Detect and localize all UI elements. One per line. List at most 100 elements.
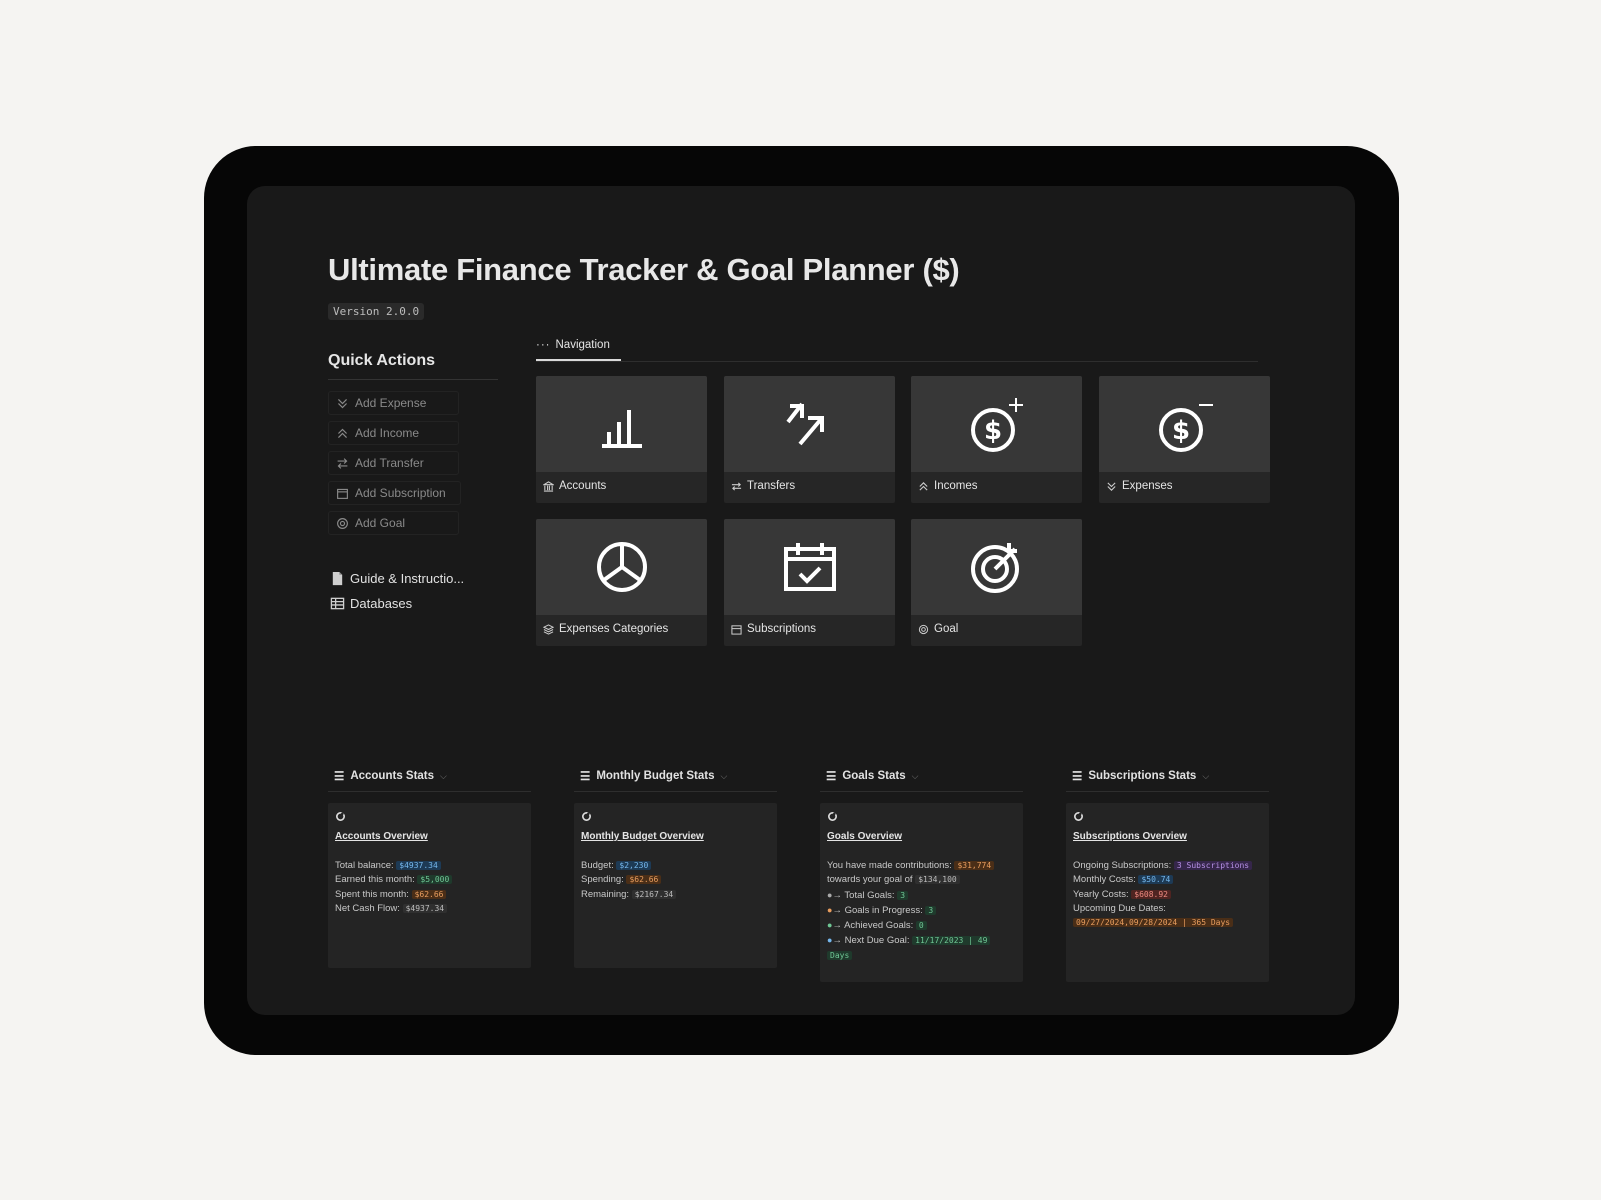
- stat-label: Total balance:: [335, 860, 394, 871]
- nav-card-label: Incomes: [934, 480, 978, 492]
- nav-card-expenses[interactable]: $ Expenses: [1099, 376, 1270, 503]
- stat-line: Earned this month: $5,000: [335, 873, 527, 887]
- stat-label: Budget:: [581, 860, 614, 871]
- nav-card-accounts[interactable]: Accounts: [536, 376, 707, 503]
- bar-chart-icon: [601, 410, 642, 448]
- nav-card-expenses-categories[interactable]: Expenses Categories: [536, 519, 707, 646]
- refresh-icon: [1074, 812, 1083, 821]
- guide-link-label: Guide & Instructio...: [350, 571, 465, 586]
- card-caption: Transfers: [731, 480, 795, 492]
- nav-card-label: Goal: [934, 623, 959, 635]
- card-cover: [724, 519, 895, 615]
- transfer-icon: [731, 481, 742, 491]
- stat-line: Remaining: $2167.34: [581, 888, 773, 902]
- contributions-value: $31,774: [954, 861, 995, 870]
- nav-card-transfers[interactable]: Transfers: [724, 376, 895, 503]
- stat-line: Ongoing Subscriptions: 3 Subscriptions: [1073, 859, 1265, 873]
- quick-actions-heading: Quick Actions: [328, 352, 435, 369]
- chevrons-down-icon: [1107, 481, 1116, 491]
- stat-line: Days: [827, 949, 1019, 963]
- achieved-goals-value: 0: [915, 921, 927, 931]
- total-goals-value: 3: [897, 890, 909, 900]
- nav-card-label: Accounts: [559, 480, 607, 492]
- guide-link[interactable]: Guide & Instructio...: [330, 571, 464, 586]
- arrow-icon: →: [832, 889, 842, 901]
- tab-navigation[interactable]: ··· Navigation: [536, 339, 610, 351]
- stat-line: Spending: $62.66: [581, 873, 773, 887]
- net-cash-flow-value: $4937.34: [402, 903, 448, 913]
- card-cover: [724, 376, 895, 472]
- stat-label: Monthly Costs:: [1073, 874, 1136, 886]
- stat-line: Yearly Costs: $608.92: [1073, 888, 1265, 902]
- section-label: Accounts Stats: [350, 770, 435, 782]
- calendar-check-icon: [783, 543, 836, 591]
- add-expense-label: Add Expense: [355, 396, 427, 410]
- add-goal-button[interactable]: Add Goal: [328, 511, 459, 535]
- databases-link[interactable]: Databases: [330, 596, 412, 611]
- card-caption: Incomes: [918, 480, 977, 492]
- stat-line: Upcoming Due Dates:: [1073, 902, 1265, 916]
- stat-label: Total Goals:: [844, 889, 895, 901]
- add-expense-button[interactable]: Add Expense: [328, 391, 459, 415]
- stat-label: Yearly Costs:: [1073, 888, 1129, 900]
- chevrons-up-icon: [338, 428, 347, 438]
- stat-label: Next Due Goal:: [844, 935, 910, 947]
- accounts-overview-link[interactable]: Accounts Overview: [335, 831, 428, 842]
- budget-overview-card[interactable]: Monthly Budget Overview Budget: $2,230 S…: [574, 803, 777, 968]
- section-label: Goals Stats: [842, 770, 906, 782]
- stat-label: Net Cash Flow:: [335, 902, 400, 914]
- stat-label: Ongoing Subscriptions:: [1073, 860, 1172, 871]
- yearly-costs-value: $608.92: [1131, 889, 1171, 899]
- add-subscription-button[interactable]: Add Subscription: [328, 481, 461, 505]
- stat-line: 09/27/2024,09/28/2024 | 365 Days: [1073, 916, 1265, 930]
- subscriptions-overview-link[interactable]: Subscriptions Overview: [1073, 831, 1187, 842]
- nav-card-incomes[interactable]: $ Incomes: [911, 376, 1082, 503]
- stat-label: Remaining:: [581, 888, 630, 900]
- stat-line: ●→ Goals in Progress: 3: [827, 903, 1019, 918]
- bank-icon: [543, 480, 554, 492]
- accounts-overview-body: Total balance: $4937.34 Earned this mont…: [335, 859, 527, 916]
- databases-link-label: Databases: [350, 596, 413, 611]
- stat-line: Budget: $2,230: [581, 859, 773, 873]
- budget-stats-toggle[interactable]: ☰ Monthly Budget Stats ⌵: [580, 769, 727, 783]
- dollar-plus-icon: $: [970, 398, 1023, 452]
- goals-stats-toggle[interactable]: ☰ Goals Stats ⌵: [826, 769, 918, 783]
- add-income-button[interactable]: Add Income: [328, 421, 459, 445]
- chevron-down-icon: ⌵: [720, 770, 728, 781]
- goals-overview-card[interactable]: Goals Overview You have made contributio…: [820, 803, 1023, 982]
- goals-overview-link[interactable]: Goals Overview: [827, 831, 902, 842]
- add-subscription-label: Add Subscription: [355, 486, 446, 500]
- refresh-icon: [336, 812, 345, 821]
- stat-label: You have made contributions:: [827, 860, 952, 871]
- accounts-stats-toggle[interactable]: ☰ Accounts Stats ⌵: [334, 769, 447, 783]
- spent-value: $62.66: [411, 889, 447, 899]
- transfer-icon: [337, 457, 348, 469]
- add-goal-label: Add Goal: [355, 516, 406, 530]
- svg-text:$: $: [1171, 416, 1189, 446]
- document-icon: [332, 571, 343, 586]
- subscriptions-stats-toggle[interactable]: ☰ Subscriptions Stats ⌵: [1072, 769, 1209, 783]
- stat-line: Monthly Costs: $50.74: [1073, 873, 1265, 887]
- transfer-arrow-icon: [785, 402, 824, 446]
- target-icon: [337, 517, 348, 529]
- layers-icon: [543, 623, 554, 635]
- version-badge: Version 2.0.0: [328, 303, 425, 320]
- add-transfer-button[interactable]: Add Transfer: [328, 451, 459, 475]
- add-income-label: Add Income: [355, 426, 420, 440]
- chevron-down-icon: ⌵: [440, 770, 447, 781]
- ongoing-subscriptions-value: 3 Subscriptions: [1173, 861, 1253, 870]
- next-due-goal-value: 11/17/2023 | 49: [912, 936, 991, 946]
- subscriptions-overview-card[interactable]: Subscriptions Overview Ongoing Subscript…: [1066, 803, 1269, 982]
- budget-overview-link[interactable]: Monthly Budget Overview: [581, 831, 704, 842]
- nav-card-label: Transfers: [747, 480, 796, 492]
- nav-card-subscriptions[interactable]: Subscriptions: [724, 519, 895, 646]
- table-icon: [330, 597, 345, 610]
- add-transfer-label: Add Transfer: [355, 456, 424, 470]
- accounts-overview-card[interactable]: Accounts Overview Total balance: $4937.3…: [328, 803, 531, 968]
- notion-page: Ultimate Finance Tracker & Goal Planner …: [247, 186, 1355, 1015]
- nav-card-goal[interactable]: Goal: [911, 519, 1082, 646]
- nav-card-label: Subscriptions: [747, 623, 817, 635]
- card-cover: $: [911, 376, 1082, 472]
- chevron-down-icon: ⌵: [911, 770, 919, 781]
- list-icon: ☰: [334, 771, 345, 783]
